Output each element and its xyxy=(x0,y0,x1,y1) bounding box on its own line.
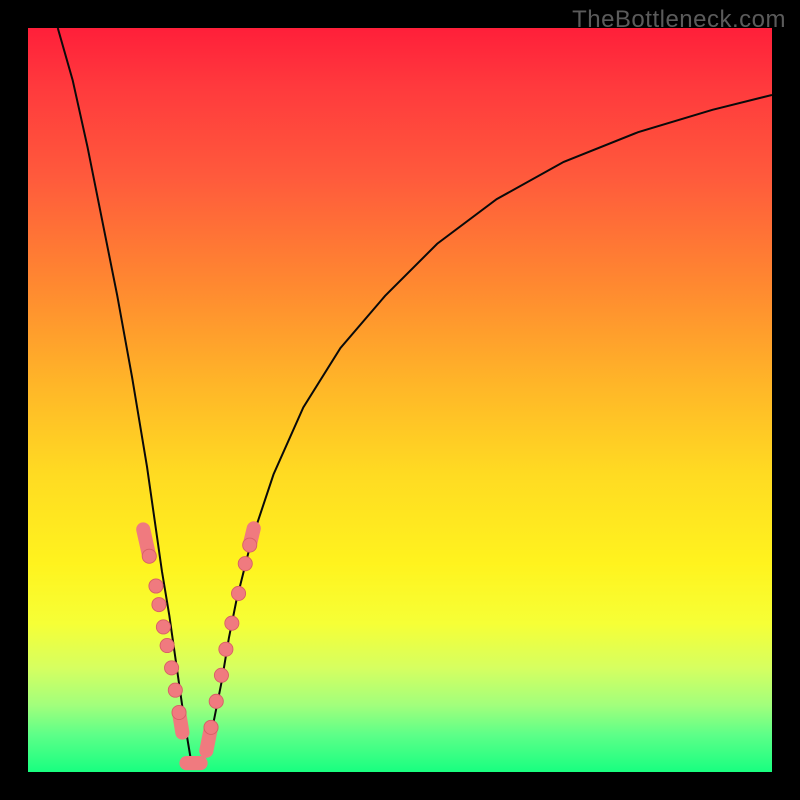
watermark-text: TheBottleneck.com xyxy=(572,6,786,34)
curve-marker xyxy=(142,549,156,563)
bottleneck-curve xyxy=(58,28,772,765)
curve-marker xyxy=(204,720,218,734)
curve-marker xyxy=(168,683,182,697)
curve-marker xyxy=(152,598,166,612)
curve-marker xyxy=(165,661,179,675)
curve-layer xyxy=(28,28,772,772)
curve-marker xyxy=(225,616,239,630)
curve-marker xyxy=(238,557,252,571)
curve-marker xyxy=(209,694,223,708)
curve-marker xyxy=(160,638,174,652)
chart-stage: TheBottleneck.com xyxy=(0,0,800,800)
curve-marker xyxy=(219,642,233,656)
curve-marker xyxy=(156,620,170,634)
curve-marker xyxy=(214,668,228,682)
curve-marker xyxy=(149,579,163,593)
curve-marker xyxy=(231,586,245,600)
curve-marker xyxy=(243,538,257,552)
curve-marker xyxy=(172,705,186,719)
plot-area xyxy=(28,28,772,772)
